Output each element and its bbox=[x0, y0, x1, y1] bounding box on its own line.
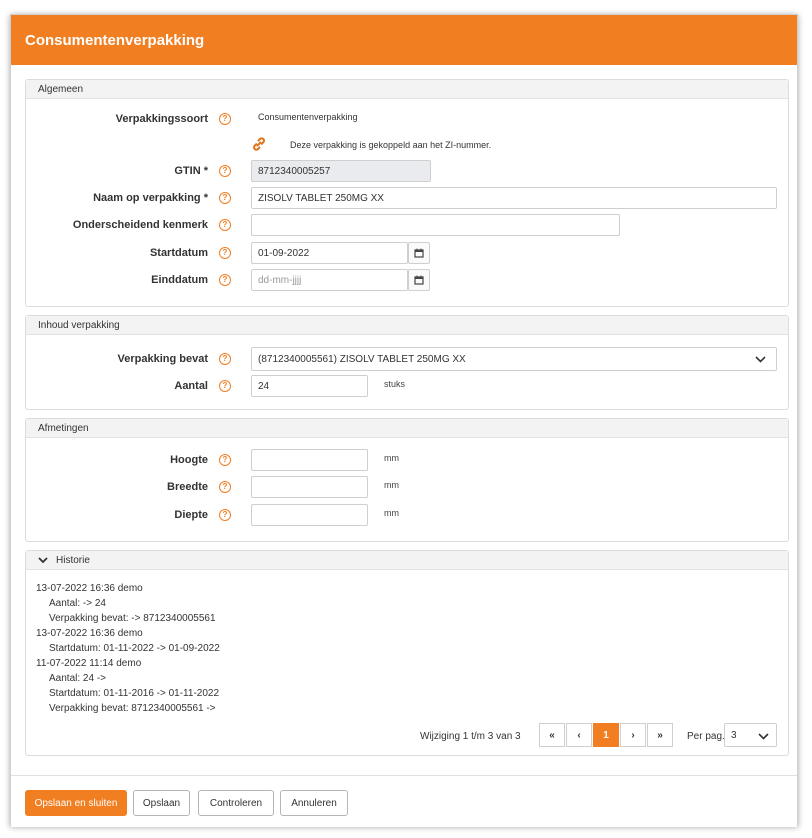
historie-log: 13-07-2022 16:36 demo Aantal: -> 24 Verp… bbox=[36, 581, 220, 716]
save-and-close-button[interactable]: Opslaan en sluiten bbox=[25, 790, 127, 816]
chevron-down-icon bbox=[755, 356, 766, 363]
historie-line: Startdatum: 01-11-2022 -> 01-09-2022 bbox=[49, 643, 220, 654]
panel-historie: Historie 13-07-2022 16:36 demo Aantal: -… bbox=[25, 550, 789, 756]
help-icon[interactable]: ? bbox=[219, 509, 231, 521]
naam-label: Naam op verpakking * bbox=[93, 192, 208, 204]
pager-last-button[interactable]: » bbox=[647, 723, 673, 747]
naam-input[interactable]: ZISOLV TABLET 250MG XX bbox=[251, 187, 777, 209]
help-icon[interactable]: ? bbox=[219, 219, 231, 231]
row-breedte: Breedte ? mm bbox=[26, 476, 788, 498]
panel-inhoud: Inhoud verpakking Verpakking bevat ? (87… bbox=[25, 315, 789, 410]
historie-line: Aantal: 24 -> bbox=[49, 673, 106, 684]
pager-first-button[interactable]: « bbox=[539, 723, 565, 747]
dialog: Consumentenverpakking Algemeen Verpakkin… bbox=[10, 14, 798, 827]
row-kenmerk: Onderscheidend kenmerk ? bbox=[26, 214, 788, 236]
row-verpakkingssoort: Verpakkingssoort ? Consumentenverpakking bbox=[26, 108, 788, 130]
help-icon[interactable]: ? bbox=[219, 380, 231, 392]
historie-line: Verpakking bevat: 8712340005561 -> bbox=[49, 703, 216, 714]
chevron-down-icon bbox=[38, 557, 48, 564]
aantal-input[interactable]: 24 bbox=[251, 375, 368, 397]
help-icon[interactable]: ? bbox=[219, 113, 231, 125]
save-button[interactable]: Opslaan bbox=[133, 790, 190, 816]
hoogte-unit: mm bbox=[384, 453, 399, 463]
row-hoogte: Hoogte ? mm bbox=[26, 449, 788, 471]
row-naam: Naam op verpakking * ? ZISOLV TABLET 250… bbox=[26, 187, 788, 209]
panel-afmetingen: Afmetingen Hoogte ? mm Breedte ? mm Diep… bbox=[25, 418, 789, 542]
link-note: Deze verpakking is gekoppeld aan het ZI-… bbox=[290, 140, 492, 150]
calendar-icon bbox=[414, 275, 424, 285]
per-page-value: 3 bbox=[731, 729, 737, 741]
gtin-label: GTIN * bbox=[174, 165, 208, 177]
diepte-input[interactable] bbox=[251, 504, 368, 526]
einddatum-placeholder: dd-mm-jjjj bbox=[258, 274, 302, 286]
help-icon[interactable]: ? bbox=[219, 274, 231, 286]
gtin-field: 8712340005257 bbox=[251, 160, 431, 182]
row-link-note: Deze verpakking is gekoppeld aan het ZI-… bbox=[26, 134, 788, 156]
dialog-footer: Opslaan en sluiten Opslaan Controleren A… bbox=[11, 775, 797, 827]
help-icon[interactable]: ? bbox=[219, 454, 231, 466]
historie-line: Aantal: -> 24 bbox=[49, 598, 106, 609]
startdatum-calendar-button[interactable] bbox=[408, 242, 430, 264]
help-icon[interactable]: ? bbox=[219, 165, 231, 177]
startdatum-label: Startdatum bbox=[149, 247, 208, 259]
diepte-label: Diepte bbox=[174, 509, 208, 521]
startdatum-input[interactable]: 01-09-2022 bbox=[251, 242, 408, 264]
breedte-label: Breedte bbox=[167, 481, 208, 493]
dialog-title: Consumentenverpakking bbox=[11, 15, 797, 65]
historie-line: 13-07-2022 16:36 demo bbox=[36, 628, 143, 639]
historie-line: 13-07-2022 16:36 demo bbox=[36, 583, 143, 594]
row-gtin: GTIN * ? 8712340005257 bbox=[26, 160, 788, 182]
row-aantal: Aantal ? 24 stuks bbox=[26, 375, 788, 397]
help-icon[interactable]: ? bbox=[219, 247, 231, 259]
diepte-unit: mm bbox=[384, 508, 399, 518]
einddatum-label: Einddatum bbox=[151, 274, 208, 286]
hoogte-label: Hoogte bbox=[170, 454, 208, 466]
panel-inhoud-heading: Inhoud verpakking bbox=[26, 316, 788, 335]
panel-algemeen-heading: Algemeen bbox=[26, 80, 788, 99]
chevron-down-icon bbox=[758, 733, 769, 740]
row-startdatum: Startdatum ? 01-09-2022 bbox=[26, 242, 788, 264]
aantal-label: Aantal bbox=[174, 380, 208, 392]
historie-line: 11-07-2022 11:14 demo bbox=[36, 658, 142, 669]
breedte-unit: mm bbox=[384, 480, 399, 490]
pager-summary: Wijziging 1 t/m 3 van 3 bbox=[420, 731, 521, 742]
check-button[interactable]: Controleren bbox=[198, 790, 274, 816]
historie-toggle[interactable]: Historie bbox=[26, 551, 788, 570]
panel-afmetingen-heading: Afmetingen bbox=[26, 419, 788, 438]
kenmerk-input[interactable] bbox=[251, 214, 620, 236]
kenmerk-label: Onderscheidend kenmerk bbox=[72, 219, 208, 231]
verpakkingssoort-label: Verpakkingssoort bbox=[115, 113, 208, 125]
help-icon[interactable]: ? bbox=[219, 192, 231, 204]
verpakkingssoort-value: Consumentenverpakking bbox=[258, 112, 358, 122]
panel-algemeen: Algemeen Verpakkingssoort ? Consumentenv… bbox=[25, 79, 789, 307]
historie-line: Verpakking bevat: -> 8712340005561 bbox=[49, 613, 216, 624]
pager-next-button[interactable]: › bbox=[620, 723, 646, 747]
cancel-button[interactable]: Annuleren bbox=[280, 790, 348, 816]
calendar-icon bbox=[414, 248, 424, 258]
pager-prev-button[interactable]: ‹ bbox=[566, 723, 592, 747]
row-einddatum: Einddatum ? dd-mm-jjjj bbox=[26, 269, 788, 291]
bevat-label: Verpakking bevat bbox=[117, 353, 209, 365]
aantal-unit: stuks bbox=[384, 379, 406, 389]
per-page-label: Per pag. bbox=[687, 731, 725, 742]
pager: « ‹ 1 › » bbox=[539, 723, 674, 747]
historie-heading: Historie bbox=[56, 554, 90, 566]
row-diepte: Diepte ? mm bbox=[26, 504, 788, 526]
historie-line: Startdatum: 01-11-2016 -> 01-11-2022 bbox=[49, 688, 220, 699]
dialog-body: Algemeen Verpakkingssoort ? Consumentenv… bbox=[11, 65, 797, 775]
bevat-selected-value: (8712340005561) ZISOLV TABLET 250MG XX bbox=[258, 353, 466, 365]
link-icon bbox=[253, 137, 265, 151]
help-icon[interactable]: ? bbox=[219, 481, 231, 493]
hoogte-input[interactable] bbox=[251, 449, 368, 471]
breedte-input[interactable] bbox=[251, 476, 368, 498]
einddatum-calendar-button[interactable] bbox=[408, 269, 430, 291]
per-page-select[interactable]: 3 bbox=[724, 723, 777, 747]
bevat-select[interactable]: (8712340005561) ZISOLV TABLET 250MG XX bbox=[251, 347, 777, 371]
einddatum-input[interactable]: dd-mm-jjjj bbox=[251, 269, 408, 291]
pager-page-1[interactable]: 1 bbox=[593, 723, 619, 747]
help-icon[interactable]: ? bbox=[219, 353, 231, 365]
row-bevat: Verpakking bevat ? (8712340005561) ZISOL… bbox=[26, 347, 788, 371]
